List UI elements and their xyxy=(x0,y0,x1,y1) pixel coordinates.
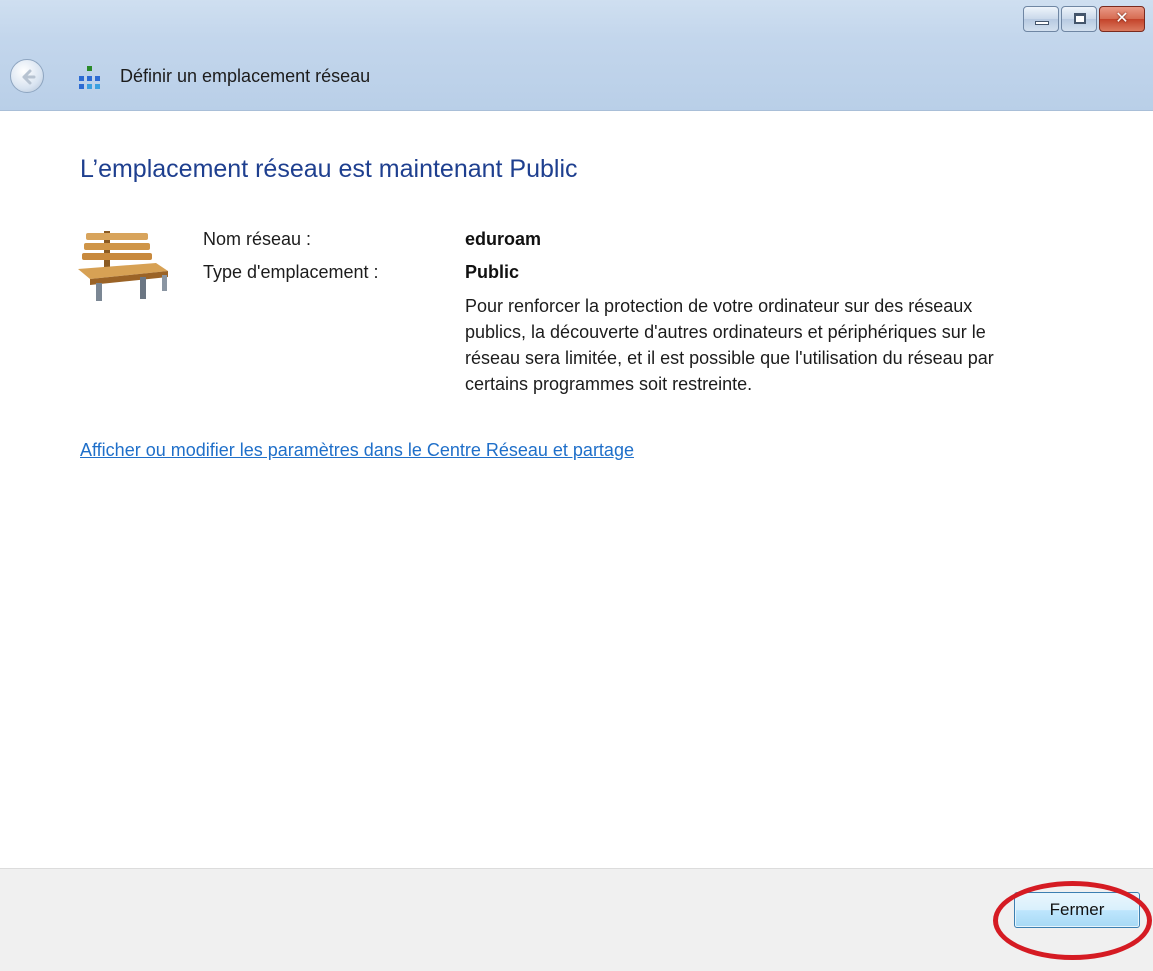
maximize-button[interactable] xyxy=(1061,6,1097,32)
highlight-annotation xyxy=(993,881,1152,960)
caption-buttons: ✕ xyxy=(1023,6,1145,34)
title-bar: ✕ Définir un emplacement réseau xyxy=(0,0,1153,111)
close-icon: ✕ xyxy=(1115,10,1129,27)
network-icon xyxy=(79,66,100,89)
window-title: Définir un emplacement réseau xyxy=(120,66,371,86)
network-name-value: eduroam xyxy=(465,229,542,249)
location-description: Pour renforcer la protection de votre or… xyxy=(465,296,994,394)
minimize-button[interactable] xyxy=(1023,6,1059,32)
minimize-icon xyxy=(1035,21,1049,25)
location-type-label: Type d'emplacement : xyxy=(203,262,379,282)
network-name-label: Nom réseau : xyxy=(203,229,312,249)
back-arrow-icon xyxy=(22,69,36,85)
park-bench-icon xyxy=(78,231,168,301)
page-heading: L’emplacement réseau est maintenant Publ… xyxy=(80,155,578,183)
back-button[interactable] xyxy=(10,59,44,93)
close-window-button[interactable]: ✕ xyxy=(1099,6,1145,32)
network-center-settings-link[interactable]: Afficher ou modifier les paramètres dans… xyxy=(80,440,634,461)
footer-bar xyxy=(0,868,1153,971)
maximize-icon xyxy=(1074,13,1086,24)
location-type-value: Public xyxy=(465,262,520,282)
